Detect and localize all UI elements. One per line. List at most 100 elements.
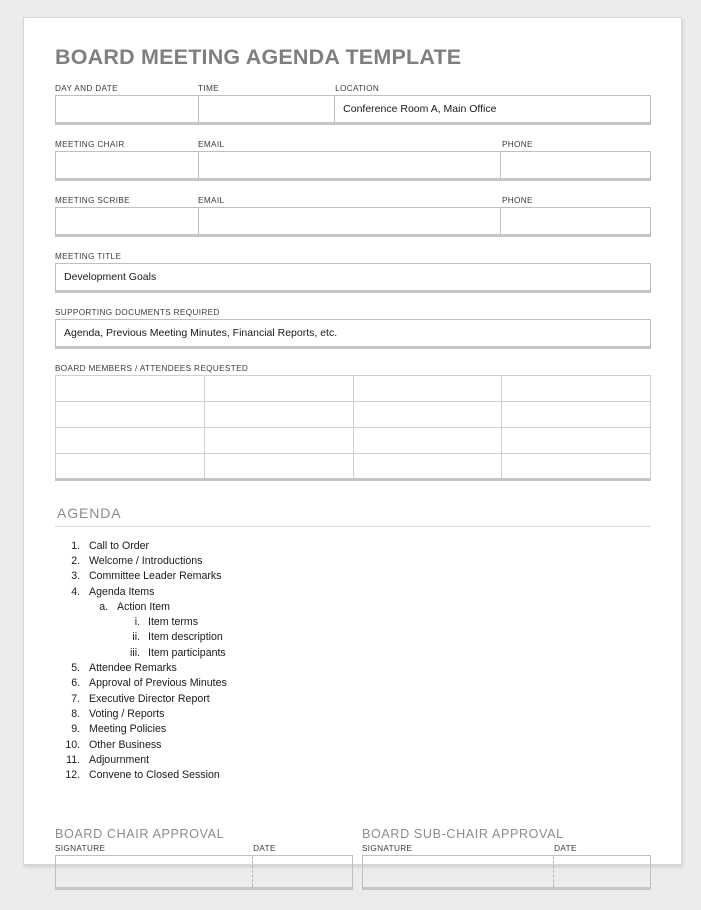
label-meeting-scribe-phone: PHONE	[501, 195, 533, 205]
field-meeting-chair-phone[interactable]	[501, 152, 650, 178]
attendees-table	[55, 374, 651, 481]
agenda-item-label: Item description	[148, 631, 223, 644]
label-sub-chair-signature: SIGNATURE	[362, 844, 413, 854]
info-row-1-fields: Conference Room A, Main Office	[55, 94, 651, 125]
label-meeting-title: MEETING TITLE	[55, 251, 122, 261]
field-sub-chair-date[interactable]	[554, 856, 650, 887]
attendee-cell[interactable]	[501, 374, 651, 402]
board-chair-approval-heading: BOARD CHAIR APPROVAL	[55, 827, 225, 842]
attendee-cell[interactable]	[501, 400, 651, 428]
label-chair-signature: SIGNATURE	[55, 844, 106, 854]
label-sub-chair-date: DATE	[554, 844, 577, 854]
agenda-item: Voting / Reports	[83, 707, 651, 722]
approvals-section: BOARD CHAIR APPROVAL SIGNATURE DATE BOAR…	[55, 827, 651, 891]
agenda-item-label: Call to Order	[89, 539, 150, 552]
agenda-item: Call to Order	[83, 539, 651, 554]
meeting-scribe-fields	[55, 206, 651, 237]
board-sub-chair-approval-labels: SIGNATURE DATE	[362, 843, 651, 855]
attendee-cell[interactable]	[55, 452, 205, 480]
agenda-heading: AGENDA	[57, 504, 122, 521]
agenda-item-label: Committee Leader Remarks	[89, 570, 222, 583]
board-chair-approval-block: BOARD CHAIR APPROVAL SIGNATURE DATE	[55, 827, 353, 891]
field-chair-signature[interactable]	[56, 856, 253, 888]
attendee-cell[interactable]	[501, 426, 651, 454]
attendee-cell[interactable]	[501, 452, 651, 480]
field-meeting-scribe-name[interactable]	[56, 207, 199, 234]
table-row	[55, 374, 651, 402]
attendee-cell[interactable]	[352, 452, 503, 480]
agenda-item: Committee Leader Remarks	[83, 569, 651, 584]
label-day-and-date: DAY AND DATE	[55, 83, 118, 93]
info-row-1-labels: DAY AND DATE TIME LOCATION	[55, 83, 651, 95]
agenda-item: Item terms	[143, 615, 651, 630]
agenda-item: Other Business	[83, 738, 651, 753]
agenda-item-label: Item participants	[148, 646, 226, 659]
agenda-item: Agenda Items Action Item Item terms Item de…	[83, 585, 651, 661]
agenda-sublist: Action ItemItem termsItem descriptionIte…	[89, 600, 651, 661]
label-meeting-chair: MEETING CHAIR	[55, 139, 125, 149]
agenda-sublist: Item terms Item description Item participa…	[117, 615, 651, 661]
agenda-item: Approval of Previous Minutes	[83, 676, 651, 691]
field-supporting-documents[interactable]: Agenda, Previous Meeting Minutes, Financ…	[56, 320, 650, 346]
agenda-item: Adjournment	[83, 753, 651, 768]
agenda-item-label: Action Item	[117, 600, 170, 613]
field-chair-date[interactable]	[253, 856, 352, 887]
table-row	[55, 452, 651, 480]
agenda-item: Executive Director Report	[83, 692, 651, 707]
attendee-cell[interactable]	[203, 374, 354, 402]
agenda-item: Item participants	[143, 646, 651, 661]
attendee-cell[interactable]	[55, 426, 205, 454]
attendee-cell[interactable]	[352, 374, 503, 402]
agenda-item: Convene to Closed Session	[83, 768, 651, 783]
agenda-item-label: Welcome / Introductions	[89, 554, 203, 567]
label-chair-date: DATE	[253, 844, 276, 854]
agenda-list: Call to Order Welcome / Introductions Comm…	[55, 539, 651, 784]
label-meeting-scribe: MEETING SCRIBE	[55, 195, 130, 205]
field-location[interactable]: Conference Room A, Main Office	[335, 96, 650, 122]
agenda-item: Welcome / Introductions	[83, 554, 651, 569]
label-meeting-scribe-email: EMAIL	[198, 195, 225, 205]
field-meeting-chair-name[interactable]	[56, 151, 199, 178]
label-meeting-chair-phone: PHONE	[501, 139, 533, 149]
label-attendees: BOARD MEMBERS / ATTENDEES REQUESTED	[55, 363, 249, 373]
attendee-cell[interactable]	[203, 452, 354, 480]
agenda-item-label: Agenda Items	[89, 585, 155, 598]
board-sub-chair-signature-box	[362, 855, 651, 891]
attendee-cell[interactable]	[352, 426, 503, 454]
field-sub-chair-signature[interactable]	[363, 856, 554, 888]
agenda-item-label: Other Business	[89, 738, 162, 751]
field-day-and-date[interactable]	[56, 95, 199, 122]
agenda-item-label: Adjournment	[89, 753, 150, 766]
board-chair-approval-labels: SIGNATURE DATE	[55, 843, 353, 855]
attendee-cell[interactable]	[203, 426, 354, 454]
agenda-item-label: Voting / Reports	[89, 707, 165, 720]
field-meeting-scribe-email[interactable]	[199, 207, 502, 234]
agenda-item-label: Attendee Remarks	[89, 662, 177, 675]
agenda-item-label: Convene to Closed Session	[89, 769, 220, 782]
field-meeting-title[interactable]: Development Goals	[56, 264, 650, 290]
agenda-item: Item description	[143, 630, 651, 645]
agenda-item-label: Item terms	[148, 616, 199, 629]
table-row	[55, 426, 651, 454]
board-sub-chair-approval-block: BOARD SUB-CHAIR APPROVAL SIGNATURE DATE	[353, 827, 651, 891]
attendee-cell[interactable]	[55, 400, 205, 428]
attendee-cell[interactable]	[352, 400, 503, 428]
supporting-documents-field-wrap: Agenda, Previous Meeting Minutes, Financ…	[55, 318, 651, 349]
meeting-chair-fields	[55, 150, 651, 181]
meeting-scribe-labels: MEETING SCRIBE EMAIL PHONE	[55, 195, 651, 207]
agenda-item: Meeting Policies	[83, 722, 651, 737]
page-title: BOARD MEETING AGENDA TEMPLATE	[55, 45, 462, 69]
agenda-heading-rule	[55, 525, 651, 527]
agenda-item: Action ItemItem termsItem descriptionIte…	[111, 600, 651, 661]
meeting-chair-labels: MEETING CHAIR EMAIL PHONE	[55, 139, 651, 151]
field-meeting-scribe-phone[interactable]	[501, 208, 650, 234]
label-supporting-documents: SUPPORTING DOCUMENTS REQUIRED	[55, 307, 220, 317]
agenda-item-label: Meeting Policies	[89, 723, 167, 736]
label-location: LOCATION	[335, 83, 380, 93]
field-time[interactable]	[199, 95, 336, 122]
field-meeting-chair-email[interactable]	[199, 151, 502, 178]
document-page: BOARD MEETING AGENDA TEMPLATE DAY AND DA…	[23, 17, 682, 891]
label-time: TIME	[198, 83, 219, 93]
attendee-cell[interactable]	[203, 400, 354, 428]
attendee-cell[interactable]	[55, 374, 205, 402]
